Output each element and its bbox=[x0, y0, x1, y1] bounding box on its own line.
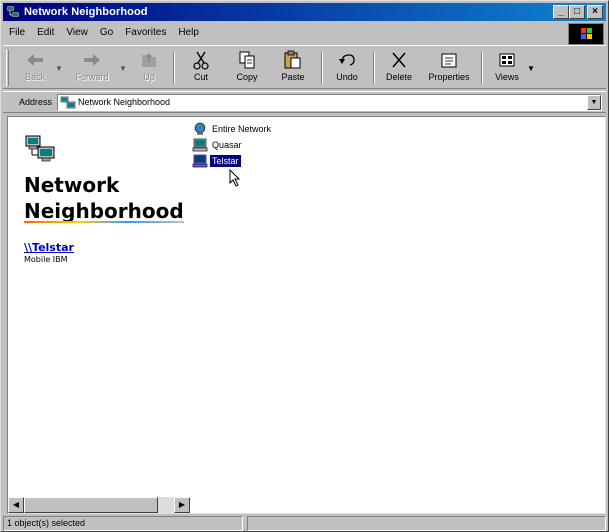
undo-arrow-icon bbox=[329, 50, 365, 70]
windows-logo-throbber bbox=[568, 23, 604, 45]
cut-button[interactable]: Cut bbox=[183, 50, 219, 86]
views-dropdown-icon[interactable]: ▼ bbox=[527, 64, 535, 73]
toolbar-separator bbox=[321, 52, 323, 84]
arrow-left-icon: ◀ bbox=[12, 500, 20, 509]
scroll-right-button[interactable]: ▶ bbox=[174, 497, 190, 513]
file-item-entire-network[interactable]: Entire Network bbox=[192, 121, 273, 137]
title-bar[interactable]: Network Neighborhood _ □ × bbox=[3, 3, 606, 21]
address-label: Address bbox=[19, 97, 53, 107]
status-bar: 1 object(s) selected bbox=[3, 516, 606, 531]
back-label: Back bbox=[24, 72, 45, 82]
address-value[interactable]: Network Neighborhood bbox=[78, 97, 170, 107]
copy-label: Copy bbox=[236, 72, 258, 82]
mouse-pointer-icon bbox=[229, 168, 241, 190]
toolbar-grip[interactable] bbox=[6, 50, 9, 86]
delete-button[interactable]: Delete bbox=[381, 50, 417, 86]
up-label: Up bbox=[143, 72, 155, 82]
toolbar-separator bbox=[373, 52, 375, 84]
menu-help[interactable]: Help bbox=[178, 27, 199, 38]
views-label: Views bbox=[495, 72, 519, 82]
scissors-icon bbox=[183, 50, 219, 70]
computer-icon bbox=[192, 138, 208, 152]
up-button[interactable]: Up bbox=[133, 50, 165, 86]
window-title: Network Neighborhood bbox=[24, 6, 148, 18]
back-arrow-icon bbox=[17, 50, 53, 70]
views-button[interactable]: Views bbox=[489, 50, 525, 86]
toolbar-separator bbox=[481, 52, 483, 84]
scroll-thumb[interactable] bbox=[24, 497, 158, 513]
file-item-label: Telstar bbox=[209, 154, 242, 168]
properties-button[interactable]: Properties bbox=[423, 50, 475, 86]
forward-label: Forward bbox=[75, 72, 109, 82]
folder-title: Network Neighborhood bbox=[24, 172, 184, 224]
explorer-window: Network Neighborhood _ □ × File Edit Vie… bbox=[0, 0, 609, 532]
file-item-quasar[interactable]: Quasar bbox=[192, 137, 273, 153]
standard-toolbar: Back ▼ Forward ▼ Up Cut Copy Paste Undo … bbox=[3, 45, 606, 89]
folder-view[interactable]: Network Neighborhood \\Telstar Mobile IB… bbox=[7, 116, 606, 514]
address-dropdown-button[interactable]: ▼ bbox=[587, 95, 601, 110]
network-neighborhood-icon bbox=[6, 5, 20, 19]
status-pane-empty bbox=[247, 516, 606, 531]
file-item-label: Quasar bbox=[212, 140, 242, 150]
selected-item-comment: Mobile IBM bbox=[24, 255, 68, 264]
paste-clipboard-icon bbox=[273, 50, 313, 70]
computer-icon bbox=[192, 154, 208, 168]
menu-favorites[interactable]: Favorites bbox=[125, 27, 166, 38]
title-divider bbox=[24, 221, 184, 223]
copy-button[interactable]: Copy bbox=[229, 50, 265, 86]
window-controls: _ □ × bbox=[553, 5, 603, 19]
views-icon bbox=[489, 50, 525, 70]
cut-label: Cut bbox=[193, 72, 208, 82]
undo-button[interactable]: Undo bbox=[329, 50, 365, 86]
selected-item-link[interactable]: \\Telstar bbox=[24, 241, 74, 254]
forward-arrow-icon bbox=[69, 50, 115, 70]
status-text: 1 object(s) selected bbox=[3, 516, 243, 531]
menu-edit[interactable]: Edit bbox=[37, 27, 54, 38]
arrow-right-icon: ▶ bbox=[178, 500, 186, 509]
network-neighborhood-icon bbox=[60, 96, 76, 112]
menu-go[interactable]: Go bbox=[100, 27, 113, 38]
paste-button[interactable]: Paste bbox=[273, 50, 313, 86]
forward-button[interactable]: Forward bbox=[69, 50, 115, 86]
back-dropdown-icon[interactable]: ▼ bbox=[55, 64, 63, 73]
properties-icon bbox=[423, 50, 475, 70]
forward-dropdown-icon[interactable]: ▼ bbox=[119, 64, 127, 73]
menu-bar: File Edit View Go Favorites Help bbox=[3, 23, 563, 41]
scroll-left-button[interactable]: ◀ bbox=[8, 497, 24, 513]
address-combo[interactable]: Network Neighborhood ▼ bbox=[57, 94, 602, 111]
paste-label: Paste bbox=[281, 72, 305, 82]
undo-label: Undo bbox=[336, 72, 358, 82]
delete-label: Delete bbox=[385, 72, 412, 82]
copy-icon bbox=[229, 50, 265, 70]
delete-x-icon bbox=[381, 50, 417, 70]
toolbar-separator bbox=[173, 52, 175, 84]
menu-view[interactable]: View bbox=[66, 27, 88, 38]
web-view-panel: Network Neighborhood \\Telstar Mobile IB… bbox=[8, 117, 188, 497]
horizontal-scrollbar[interactable]: ◀ ▶ bbox=[8, 497, 190, 513]
back-button[interactable]: Back bbox=[17, 50, 53, 86]
network-neighborhood-large-icon bbox=[24, 133, 56, 168]
file-item-telstar[interactable]: Telstar bbox=[192, 153, 273, 169]
folder-title-line1: Network bbox=[24, 173, 120, 197]
properties-label: Properties bbox=[428, 72, 470, 82]
chevron-down-icon: ▼ bbox=[590, 99, 598, 106]
address-bar: Address Network Neighborhood ▼ bbox=[3, 91, 606, 113]
close-button[interactable]: × bbox=[587, 5, 603, 19]
maximize-button[interactable]: □ bbox=[569, 5, 585, 19]
file-list: Entire Network Quasar Telstar bbox=[192, 121, 273, 169]
minimize-button[interactable]: _ bbox=[553, 5, 569, 19]
file-item-label: Entire Network bbox=[212, 124, 272, 134]
menu-file[interactable]: File bbox=[9, 27, 25, 38]
entire-network-icon bbox=[192, 122, 208, 136]
up-folder-icon bbox=[133, 50, 165, 70]
